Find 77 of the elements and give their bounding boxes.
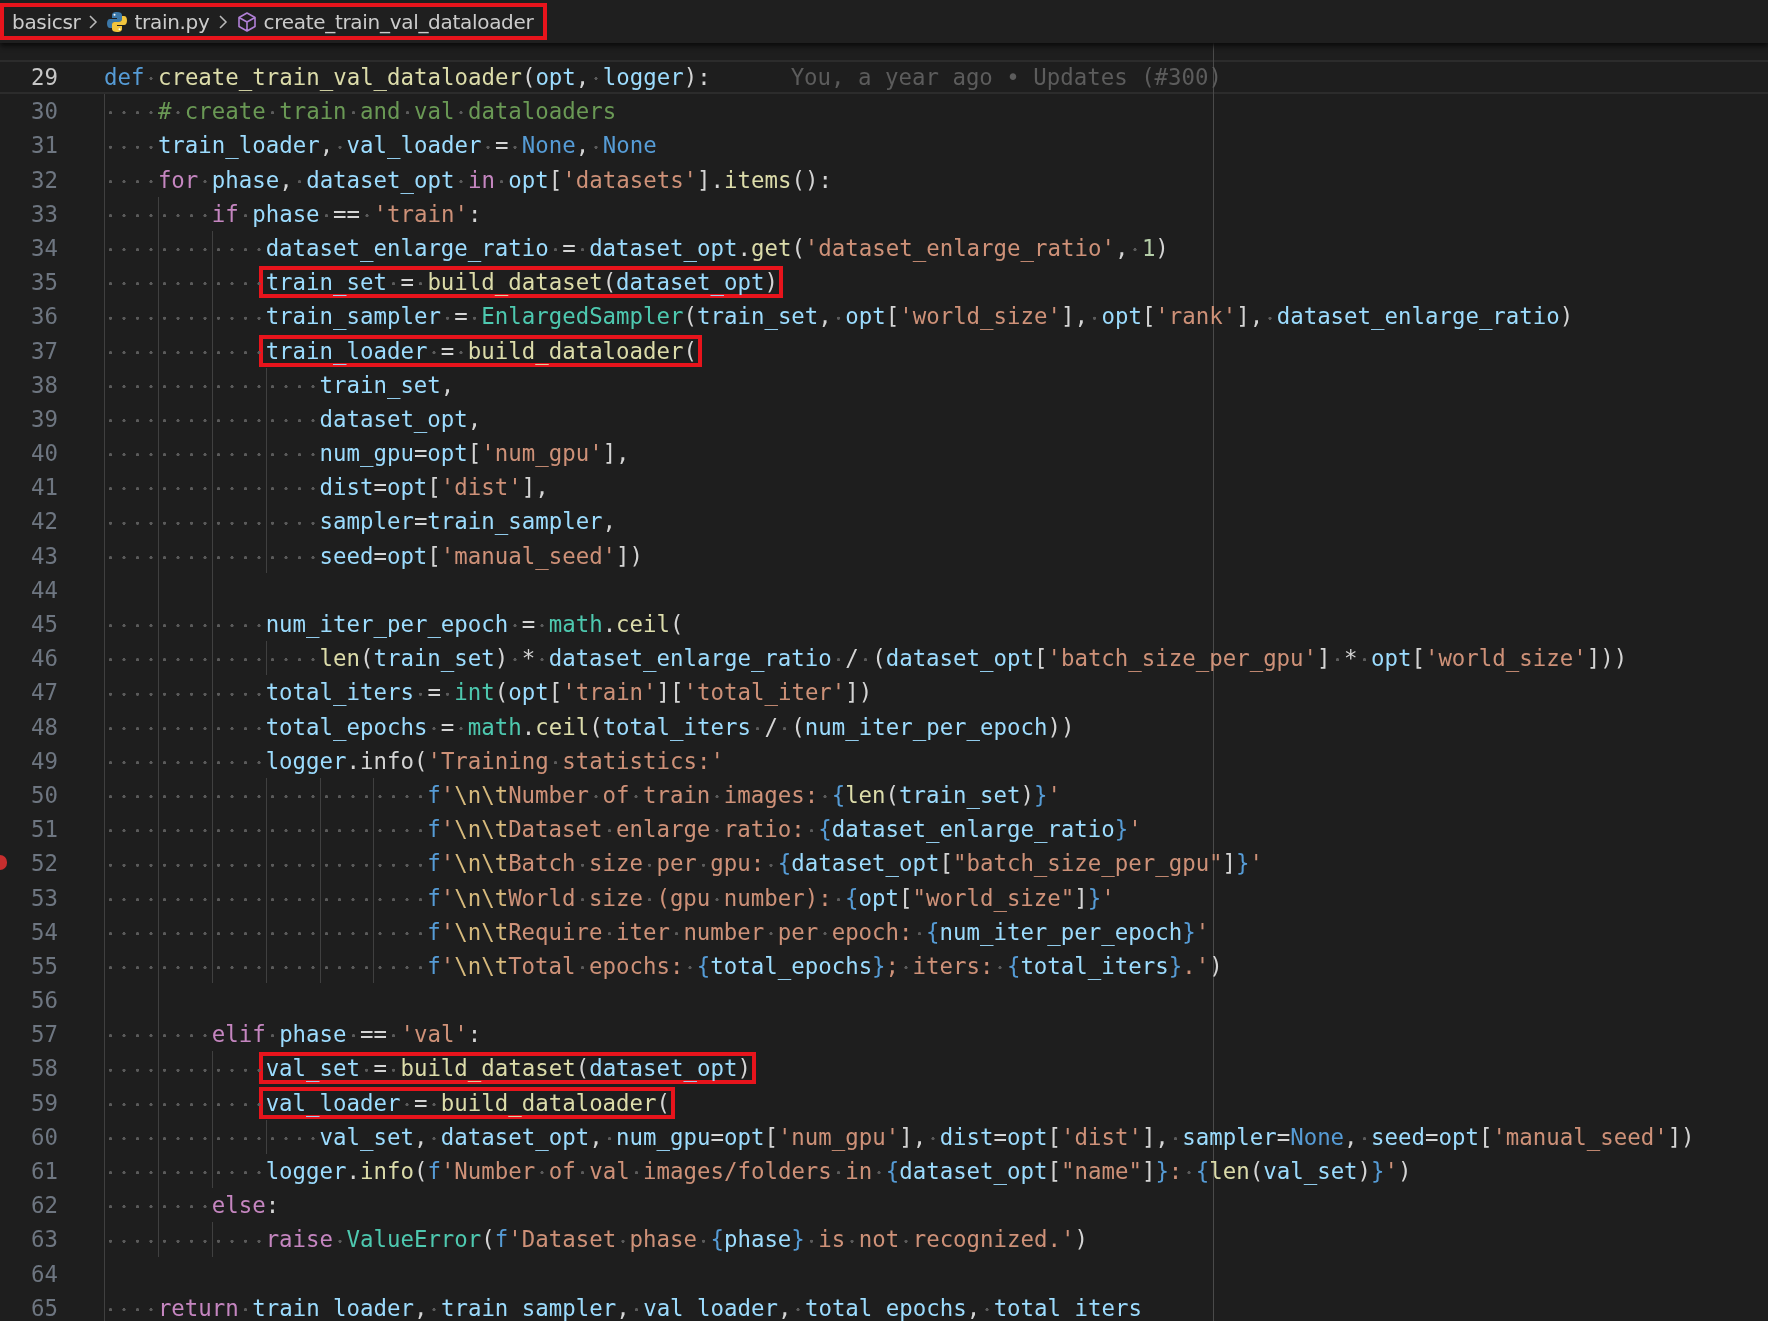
file-type-icon — [106, 10, 129, 33]
line-number: 50 — [31, 780, 58, 810]
code-line: num_gpu=opt['num_gpu'], — [104, 436, 630, 471]
line-number: 36 — [31, 302, 58, 332]
line-number: 54 — [31, 917, 58, 947]
line-number: 57 — [31, 1020, 58, 1050]
line-number: 51 — [31, 815, 58, 845]
line-number: 44 — [31, 575, 58, 605]
code-line: num_iter_per_epoch = math.ceil( — [104, 607, 684, 642]
code-line: # create train and val dataloaders — [104, 94, 617, 129]
line-number: 32 — [31, 165, 58, 195]
code-line: f'\n\tTotal epochs: {total_epochs}; iters: {total_iters}.') — [104, 948, 1223, 984]
code-line: f'\n\tRequire iter number per epoch: {num_iter_per_epoch}' — [104, 914, 1210, 949]
line-number: 63 — [31, 1225, 58, 1255]
line-number: 61 — [31, 1157, 58, 1186]
code-line: f'\n\tNumber of train images: {len(train_set)}' — [104, 777, 1061, 813]
code-line: val_set, dataset_opt, num_gpu=opt['num_gpu'], dist=opt['dist'], sampler=None, seed=opt['manual_seed']) — [104, 1119, 1695, 1154]
line-number: 62 — [31, 1191, 58, 1221]
line-number: 55 — [31, 951, 58, 981]
code-line: logger.info('Training statistics:' — [104, 743, 724, 778]
line-number: 41 — [31, 473, 58, 503]
line-number: 39 — [31, 404, 58, 434]
code-line: logger.info(f'Number of val images/folders in {dataset_opt["name"]}: {len(val_set)}') — [104, 1154, 1412, 1189]
code-line: val_loader = build_dataloader( — [104, 1085, 671, 1120]
code-line: train_set, — [104, 367, 455, 402]
line-number: 31 — [31, 131, 58, 161]
cube-icon — [235, 10, 258, 33]
breadcrumb-item[interactable]: create_train_val_dataloader — [263, 9, 534, 34]
line-number: 38 — [31, 370, 58, 400]
code-line: elif phase == 'val': — [104, 1017, 482, 1052]
code-line: train_sampler = EnlargedSampler(train_set, opt['world_size'], opt['rank'], dataset_enlarge_ratio) — [104, 299, 1574, 334]
code-line: train_loader = build_dataloader( — [104, 333, 697, 368]
line-number: 29 — [31, 63, 58, 92]
line-number: 45 — [31, 610, 58, 639]
line-number: 58 — [31, 1054, 58, 1084]
code-line: dataset_enlarge_ratio = dataset_opt.get('dataset_enlarge_ratio', 1) — [104, 230, 1169, 266]
line-number: 46 — [31, 644, 58, 674]
code-line: else: — [104, 1188, 280, 1223]
line-number: 64 — [31, 1259, 58, 1289]
line-number: 53 — [31, 883, 58, 913]
line-number: 52 — [31, 849, 58, 879]
code-line: len(train_set) * dataset_enlarge_ratio / (dataset_opt['batch_size_per_gpu'] * opt['world_size'])) — [104, 641, 1628, 676]
line-number: 65 — [31, 1293, 58, 1321]
line-number: 33 — [31, 199, 58, 229]
line-number: 47 — [31, 678, 58, 708]
line-number: 43 — [31, 541, 58, 571]
breadcrumb-item[interactable]: basicsr — [12, 9, 81, 34]
code-line: seed=opt['manual_seed']) — [104, 538, 644, 573]
code-line: total_iters = int(opt['train']['total_iter']) — [104, 675, 873, 710]
line-number: 35 — [31, 268, 58, 298]
line-number: 30 — [31, 97, 58, 127]
code-line: train_set = build_dataset(dataset_opt) — [104, 265, 778, 300]
code-line: f'\n\tBatch size per gpu: {dataset_opt["batch_size_per_gpu"]}' — [104, 846, 1264, 881]
code-line: f'\n\tDataset enlarge ratio: {dataset_enlarge_ratio}' — [104, 812, 1142, 847]
code-line: dist=opt['dist'], — [104, 470, 549, 505]
code-line: for phase, dataset_opt in opt['datasets'].items(): — [104, 162, 832, 197]
code-line: def create_train_val_dataloader(opt, logger): — [104, 62, 711, 93]
breadcrumb-item[interactable]: train.py — [134, 9, 210, 34]
line-number: 56 — [31, 986, 58, 1016]
blame-annotation: You, a year ago • Updates (#300) — [790, 63, 1222, 92]
line-number: 42 — [31, 507, 58, 537]
line-number: 59 — [31, 1088, 58, 1118]
line-number: 37 — [31, 336, 58, 366]
code-line: dataset_opt, — [104, 401, 482, 437]
code-line: return train_loader, train_sampler, val_loader, total_epochs, total_iters — [104, 1290, 1142, 1321]
line-number: 60 — [31, 1122, 58, 1152]
code-line: sampler=train_sampler, — [104, 504, 617, 539]
line-number: 49 — [31, 746, 58, 776]
code-line: raise ValueError(f'Dataset phase {phase} is not recognized.') — [104, 1222, 1088, 1257]
code-line: f'\n\tWorld size (gpu number): {opt["world_size"]}' — [104, 880, 1115, 915]
code-line: total_epochs = math.ceil(total_iters / (num_iter_per_epoch)) — [104, 709, 1075, 744]
line-number: 40 — [31, 439, 58, 469]
code-line: train_loader, val_loader = None, None — [104, 128, 657, 163]
code-line: val_set = build_dataset(dataset_opt) — [104, 1051, 751, 1086]
code-line: if phase == 'train': — [104, 196, 482, 231]
line-number: 34 — [31, 233, 58, 263]
line-number: 48 — [31, 712, 58, 742]
